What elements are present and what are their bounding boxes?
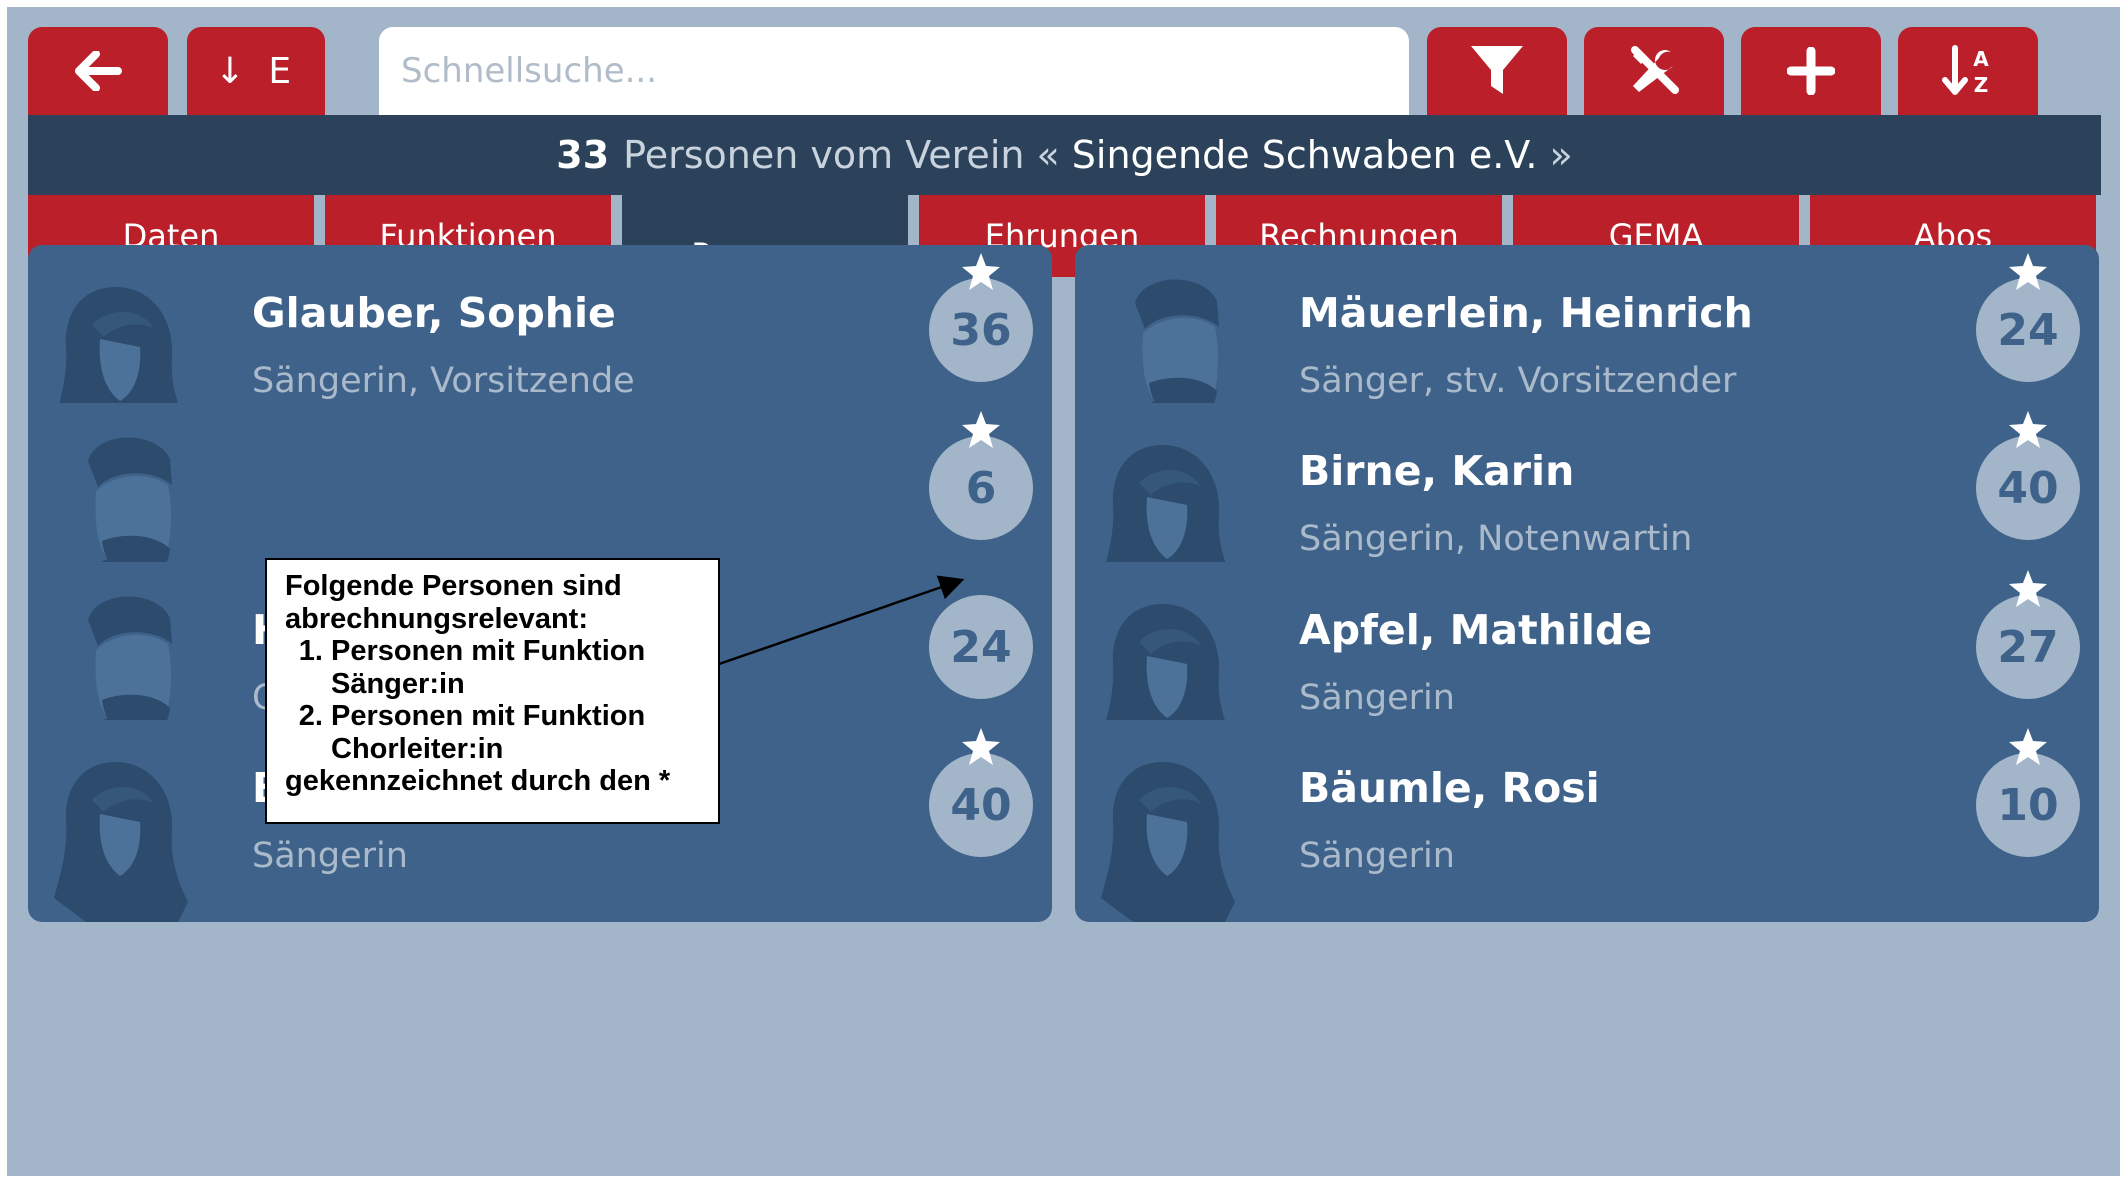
person-name: Apfel, Mathilde — [1299, 606, 1653, 654]
back-button[interactable] — [28, 27, 168, 115]
membership-years-badge: 36 — [929, 278, 1033, 382]
annotation-list: Personen mit Funktion Sänger:in Personen… — [285, 635, 704, 765]
arrow-left-icon — [75, 51, 122, 91]
membership-years-badge: 10 — [1976, 753, 2080, 857]
person-role: Sängerin — [252, 836, 408, 876]
person-role: Sänger, stv. Vorsitzender — [1299, 361, 1737, 401]
tools-button[interactable] — [1584, 27, 1724, 115]
person-role: Sängerin, Notenwartin — [1299, 519, 1693, 559]
star-icon — [2009, 570, 2047, 607]
star-icon — [2009, 728, 2047, 765]
membership-years-badge: 27 — [1976, 595, 2080, 699]
person-count: 33 — [556, 133, 610, 177]
membership-years-badge: 6 — [929, 436, 1033, 540]
person-name: Bäumle, Rosi — [1299, 764, 1600, 812]
annotation-item: Personen mit Funktion Sänger:in — [331, 635, 704, 700]
membership-years-badge: 24 — [1976, 278, 2080, 382]
star-icon — [2009, 411, 2047, 448]
person-role: Sängerin, Vorsitzende — [252, 361, 635, 401]
filter-icon — [1471, 46, 1523, 94]
svg-text:A: A — [1973, 47, 1989, 71]
star-icon — [962, 253, 1000, 290]
sort-direction-button[interactable]: ↓ E — [187, 27, 325, 115]
page-title: 33 Personen vom Verein « Singende Schwab… — [28, 115, 2101, 195]
club-name: Singende Schwaben e.V. — [1071, 133, 1538, 177]
sort-alpha-icon: A Z — [1942, 45, 1989, 97]
add-button[interactable] — [1741, 27, 1881, 115]
plus-icon — [1787, 47, 1835, 95]
membership-years-badge: 40 — [929, 753, 1033, 857]
svg-text:Z: Z — [1974, 73, 1989, 97]
person-name: Mäuerlein, Heinrich — [1299, 289, 1753, 337]
app-frame: ↓ E A Z 33 Personen vom Verein « Singend… — [7, 7, 2120, 1176]
search-input[interactable] — [379, 27, 1409, 115]
person-card[interactable]: Bäumle, Rosi Sängerin 10 — [1075, 720, 2099, 922]
sort-alpha-button[interactable]: A Z — [1898, 27, 2038, 115]
annotation-callout: Folgende Personen sind abrechnungsreleva… — [265, 558, 720, 824]
person-role: Sängerin — [1299, 678, 1455, 718]
star-icon — [2009, 253, 2047, 290]
sort-direction-label: ↓ E — [214, 50, 298, 92]
annotation-item: Personen mit Funktion Chorleiter:in — [331, 700, 704, 765]
female-avatar-icon — [54, 762, 188, 922]
tools-icon — [1631, 46, 1679, 94]
filter-button[interactable] — [1427, 27, 1567, 115]
star-icon — [962, 411, 1000, 448]
title-prefix: Personen vom Verein « — [623, 133, 1060, 177]
membership-years-badge: 40 — [1976, 436, 2080, 540]
annotation-outro: gekennzeichnet durch den * — [285, 765, 671, 797]
female-avatar-icon — [1101, 762, 1235, 922]
annotation-intro: Folgende Personen sind abrechnungsreleva… — [285, 570, 622, 635]
star-icon — [962, 728, 1000, 765]
membership-years-badge: 24 — [929, 595, 1033, 699]
title-suffix: » — [1549, 133, 1573, 177]
person-name: Glauber, Sophie — [252, 289, 616, 337]
person-name: Birne, Karin — [1299, 447, 1575, 495]
person-role: Sängerin — [1299, 836, 1455, 876]
